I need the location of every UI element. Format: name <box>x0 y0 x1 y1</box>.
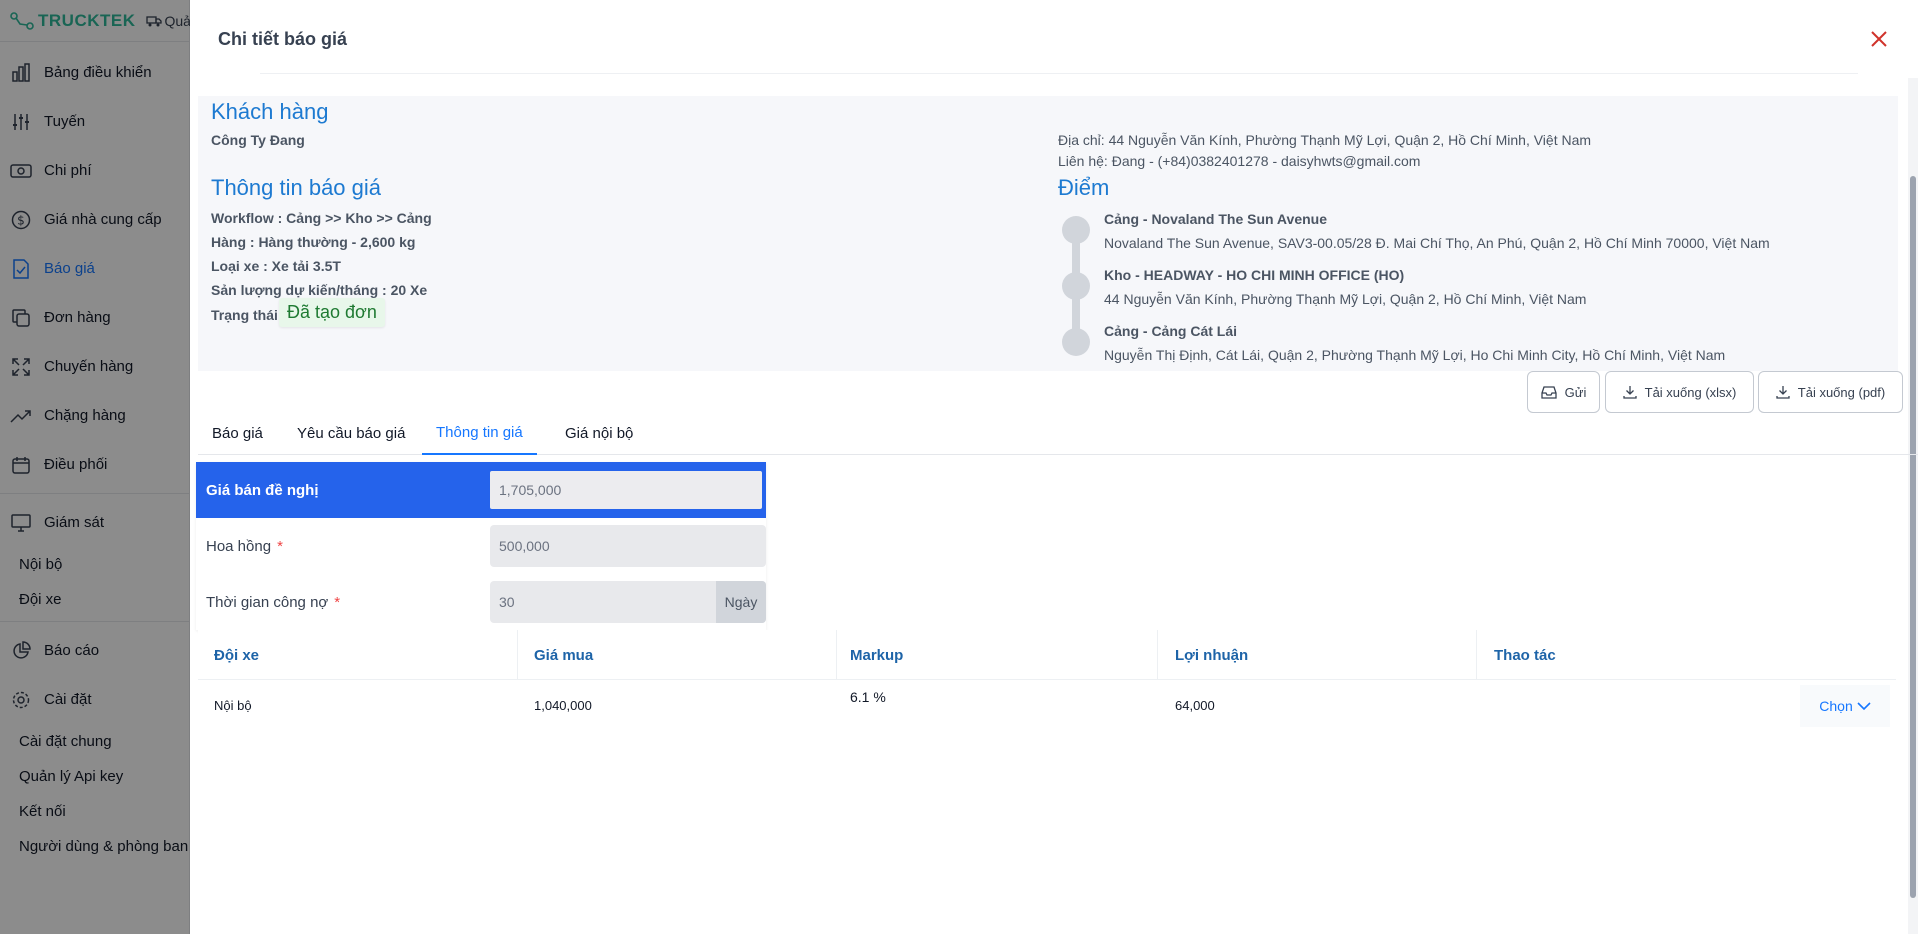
column-separator <box>517 630 518 680</box>
suggested-price-row: Giá bán đề nghị 1,705,000 <box>196 462 766 518</box>
choose-dropdown-button[interactable]: Chọn <box>1800 685 1890 727</box>
column-separator <box>1476 630 1477 680</box>
point-address: Novaland The Sun Avenue, SAV3-00.05/28 Đ… <box>1104 235 1770 251</box>
point-name: Cảng - Cảng Cát Lái <box>1104 323 1238 339</box>
close-icon[interactable] <box>1868 28 1890 50</box>
workflow-text: Workflow : Cảng >> Kho >> Cảng <box>211 210 432 226</box>
tab-quote-request[interactable]: Yêu cầu báo giá <box>283 412 419 455</box>
send-button-label: Gửi <box>1564 384 1587 400</box>
download-xlsx-button[interactable]: Tải xuống (xlsx) <box>1605 371 1754 413</box>
cell-fleet: Nội bộ <box>214 698 252 713</box>
scrollbar[interactable] <box>1908 78 1918 934</box>
inbox-icon <box>1540 386 1557 399</box>
point-name: Cảng - Novaland The Sun Avenue <box>1104 211 1327 227</box>
cell-buy-price: 1,040,000 <box>534 698 592 713</box>
cell-markup: 6.1 % <box>850 689 886 705</box>
timeline-dot <box>1062 216 1090 244</box>
commission-label: Hoa hồng <box>206 537 272 555</box>
customer-contact: Liên hệ: Đang - (+84)0382401278 - daisyh… <box>1058 153 1421 169</box>
debt-term-label-cell: Thời gian công nợ * <box>196 594 486 611</box>
pricing-form: Giá bán đề nghị 1,705,000 Hoa hồng * 500,… <box>196 462 766 630</box>
customer-address: Địa chỉ: 44 Nguyễn Văn Kính, Phường Thạn… <box>1058 132 1592 148</box>
debt-term-unit: Ngày <box>716 581 766 623</box>
timeline-dot <box>1062 272 1090 300</box>
cell-profit: 64,000 <box>1175 698 1215 713</box>
chevron-down-icon <box>1857 702 1871 711</box>
tab-bar: Báo giá Yêu cầu báo giá Thông tin giá Gi… <box>198 412 1918 455</box>
required-mark: * <box>277 537 283 555</box>
debt-term-label: Thời gian công nợ <box>206 593 329 611</box>
scrollbar-thumb[interactable] <box>1910 176 1916 898</box>
quote-info-heading: Thông tin báo giá <box>211 175 382 200</box>
column-header-profit: Lợi nhuận <box>1175 646 1249 664</box>
customer-name: Công Ty Đang <box>211 132 305 148</box>
download-xlsx-label: Tải xuống (xlsx) <box>1644 384 1737 400</box>
volume-text: Sản lượng dự kiến/tháng : 20 Xe <box>211 282 428 298</box>
column-header-buy-price: Giá mua <box>534 646 594 664</box>
tab-internal-price[interactable]: Giá nội bộ <box>551 412 647 455</box>
download-icon <box>1776 386 1790 399</box>
table-header: Đội xe Giá mua Markup Lợi nhuận Thao tác <box>198 630 1896 680</box>
choose-label: Chọn <box>1819 698 1853 714</box>
status-label: Trạng thái: <box>211 307 283 323</box>
customer-heading: Khách hàng <box>211 99 329 124</box>
points-heading: Điểm <box>1058 175 1110 200</box>
debt-term-value: 30 <box>499 594 515 610</box>
point-address: 44 Nguyễn Văn Kính, Phường Thạnh Mỹ Lợi,… <box>1104 291 1587 307</box>
download-pdf-label: Tải xuống (pdf) <box>1797 384 1886 400</box>
suggested-price-input[interactable]: 1,705,000 <box>488 469 764 511</box>
quote-detail-drawer: Chi tiết báo giá Khách hàng Công Ty Đang… <box>190 0 1918 934</box>
column-separator <box>836 630 837 680</box>
tab-price-info[interactable]: Thông tin giá <box>422 412 537 455</box>
divider <box>260 73 1858 74</box>
vehicle-text: Loại xe : Xe tải 3.5T <box>211 258 341 274</box>
goods-text: Hàng : Hàng thường - 2,600 kg <box>211 234 416 250</box>
suggested-price-label: Giá bán đề nghị <box>206 481 319 499</box>
column-header-actions: Thao tác <box>1494 646 1556 664</box>
send-button[interactable]: Gửi <box>1527 371 1600 413</box>
tab-quote[interactable]: Báo giá <box>198 412 277 455</box>
debt-term-input[interactable]: 30 Ngày <box>490 581 766 623</box>
commission-input[interactable]: 500,000 <box>490 525 766 567</box>
download-icon <box>1622 386 1637 399</box>
column-separator <box>1157 630 1158 680</box>
drawer-title: Chi tiết báo giá <box>218 28 348 49</box>
quote-info-panel: Khách hàng Công Ty Đang Địa chỉ: 44 Nguy… <box>198 96 1898 371</box>
commission-row: Hoa hồng * 500,000 <box>196 518 766 574</box>
download-pdf-button[interactable]: Tải xuống (pdf) <box>1758 371 1903 413</box>
status-badge: Đã tạo đơn <box>279 298 385 327</box>
debt-term-row: Thời gian công nợ * 30 Ngày <box>196 574 766 630</box>
column-header-markup: Markup <box>850 646 904 664</box>
timeline-dot <box>1062 328 1090 356</box>
required-mark: * <box>334 593 341 611</box>
point-address: Nguyễn Thị Định, Cát Lái, Quận 2, Phường… <box>1104 347 1726 363</box>
column-header-fleet: Đội xe <box>214 646 260 664</box>
commission-label-cell: Hoa hồng * <box>196 538 486 555</box>
drawer-header: Chi tiết báo giá <box>190 0 1918 78</box>
point-name: Kho - HEADWAY - HO CHI MINH OFFICE (HO) <box>1104 267 1405 283</box>
